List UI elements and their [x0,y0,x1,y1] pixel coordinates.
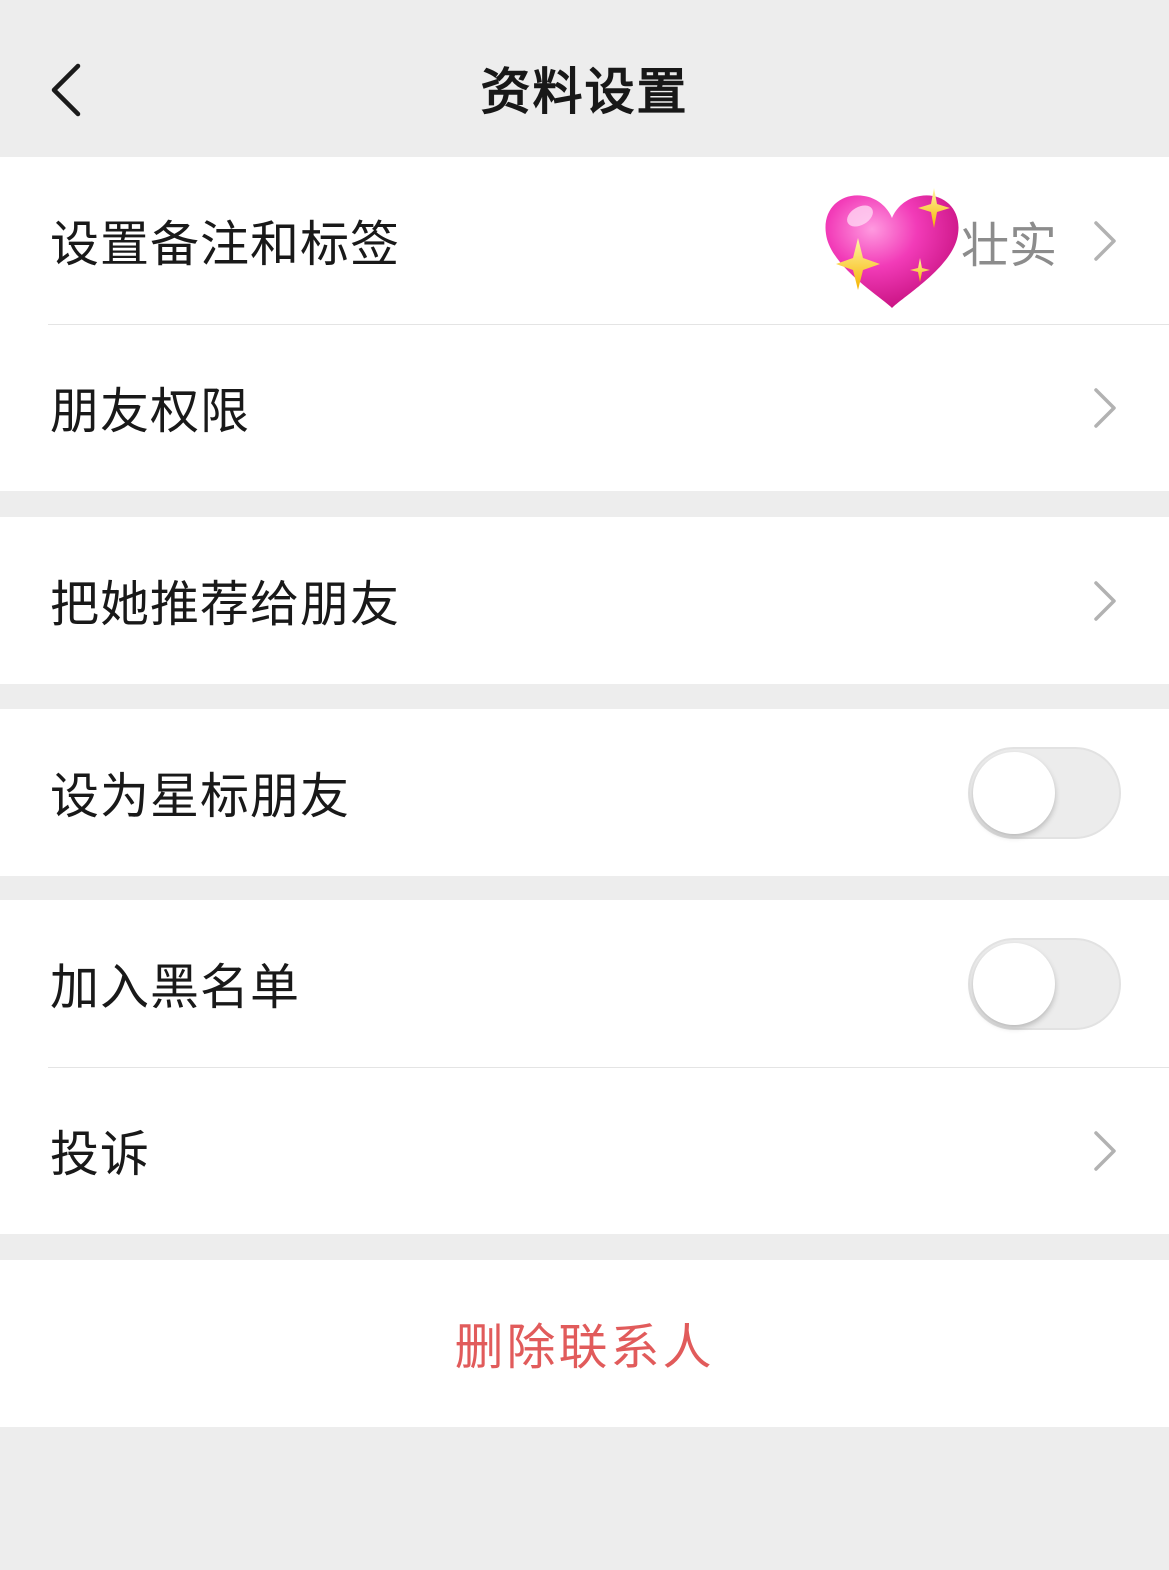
blacklist-switch[interactable] [968,937,1121,1030]
chevron-right-icon [1094,580,1116,621]
settings-group-delete: 删除联系人 [0,1260,1169,1427]
row-label: 朋友权限 [50,383,251,440]
row-label: 加入黑名单 [50,959,301,1016]
switch-knob [973,751,1055,834]
sparkling-heart-icon [825,188,959,308]
switch-knob [973,942,1055,1025]
settings-group-remark: 设置备注和标签 壮实 朋友权限 [0,157,1169,491]
row-blacklist: 加入黑名单 [0,900,1169,1067]
chevron-right-icon [1094,1130,1116,1171]
delete-contact-label: 删除联系人 [454,1319,715,1376]
profile-settings-page: 资料设置 设置备注和标签 壮实 朋友权限 把她推荐给朋友 设为星标朋友 加入黑名… [0,0,1169,1570]
row-set-remark-and-tags[interactable]: 设置备注和标签 壮实 [0,157,1169,324]
row-star-friend: 设为星标朋友 [0,709,1169,876]
nav-header: 资料设置 [0,0,1169,157]
row-label: 把她推荐给朋友 [50,576,401,633]
row-label: 设为星标朋友 [50,768,351,825]
settings-group-block: 加入黑名单 投诉 [0,900,1169,1234]
settings-group-star: 设为星标朋友 [0,709,1169,876]
remark-value: 壮实 [960,217,1057,274]
row-recommend-to-friend[interactable]: 把她推荐给朋友 [0,517,1169,684]
settings-group-recommend: 把她推荐给朋友 [0,517,1169,684]
row-friend-permissions[interactable]: 朋友权限 [0,324,1169,491]
chevron-right-icon [1094,387,1116,428]
chevron-right-icon [1094,220,1116,261]
row-complain[interactable]: 投诉 [0,1067,1169,1234]
row-label: 设置备注和标签 [50,216,401,273]
delete-contact-button[interactable]: 删除联系人 [0,1260,1169,1427]
star-friend-switch[interactable] [968,746,1121,839]
row-label: 投诉 [50,1126,151,1183]
